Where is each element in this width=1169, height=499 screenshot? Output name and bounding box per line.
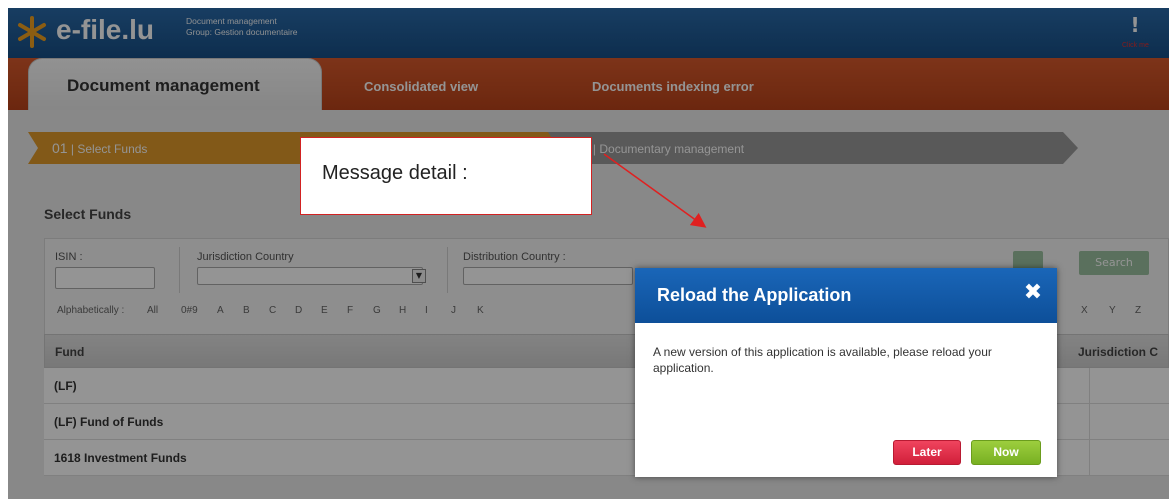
- dialog-message: A new version of this application is ava…: [653, 345, 992, 375]
- annotation-callout: Message detail :: [300, 137, 592, 215]
- now-button[interactable]: Now: [971, 440, 1041, 465]
- app-window: e-file.lu Document management Group: Ges…: [8, 8, 1169, 499]
- dialog-header: Reload the Application ✖: [635, 268, 1057, 323]
- later-button[interactable]: Later: [893, 440, 961, 465]
- annotation-text: Message detail :: [322, 162, 468, 184]
- dialog-title: Reload the Application: [657, 285, 852, 305]
- close-icon[interactable]: ✖: [1021, 281, 1045, 305]
- reload-dialog: Reload the Application ✖ A new version o…: [635, 268, 1057, 477]
